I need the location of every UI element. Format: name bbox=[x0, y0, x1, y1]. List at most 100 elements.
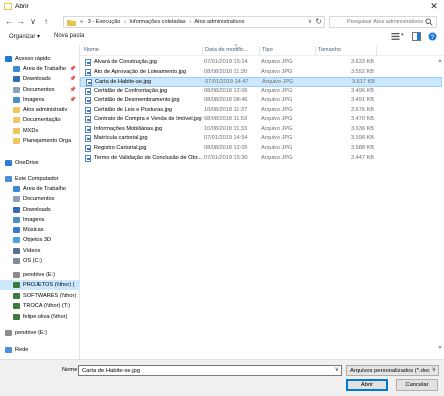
dialog-footer: Nome: Carta de Habite-se.jpg ∨ Arquivos … bbox=[0, 359, 444, 396]
file-row[interactable]: Carta de Habite-se.jpg 07/01/2019 14:47 Ar… bbox=[80, 77, 442, 87]
nav-item[interactable]: OneDrive bbox=[0, 158, 79, 168]
forward-button[interactable]: → bbox=[16, 17, 26, 27]
file-type: Arquivo JPG bbox=[261, 144, 293, 151]
preview-pane-icon[interactable] bbox=[412, 32, 421, 41]
nav-item[interactable]: Documentos bbox=[0, 194, 79, 204]
image-file-icon bbox=[85, 68, 91, 76]
file-row[interactable]: Termo de Validação de Conclusão de Obr..… bbox=[80, 154, 442, 164]
network-drive-icon bbox=[13, 303, 20, 309]
file-row[interactable]: Ato de Aprovação de Loteamento.jpg 08/08/… bbox=[80, 68, 442, 78]
nav-item-label: OS (C:) bbox=[23, 258, 42, 264]
filetype-select[interactable]: Arquivos personalizados (*.doc ∨ bbox=[346, 365, 439, 376]
recent-locations-button[interactable]: ∨ bbox=[28, 17, 38, 27]
nav-item[interactable]: Área de Trabalho 📌 bbox=[0, 64, 79, 74]
file-name: Certidão de Leis e Posturas.jpg bbox=[94, 106, 173, 113]
column-name[interactable]: Nome bbox=[84, 47, 99, 53]
file-list-scrollbar[interactable] bbox=[438, 59, 442, 349]
breadcrumb-overflow[interactable]: « bbox=[80, 19, 83, 25]
nav-item[interactable]: Acesso rápido bbox=[0, 54, 79, 64]
file-type: Arquivo JPG bbox=[261, 135, 293, 142]
nav-item[interactable]: Imagens bbox=[0, 215, 79, 225]
breadcrumb-item[interactable]: 3 - Execução bbox=[88, 19, 121, 25]
nav-item[interactable]: Planejamento Orga bbox=[0, 136, 79, 146]
breadcrumb-item[interactable]: Informações coletadas bbox=[129, 19, 185, 25]
navigation-pane[interactable]: Acesso rápido Área de Trabalho 📌 Downloads 📌… bbox=[0, 45, 79, 359]
search-input[interactable]: Pesquisar Atos administrativos bbox=[329, 16, 437, 28]
organize-button[interactable]: Organizar ▾ bbox=[9, 33, 40, 40]
nav-item[interactable]: pendrive (E:) bbox=[0, 270, 79, 280]
address-dropdown-icon[interactable]: ∨ bbox=[308, 18, 312, 25]
column-divider[interactable] bbox=[202, 46, 203, 55]
file-name: Alvará de Construção.jpg bbox=[94, 59, 157, 65]
breadcrumb-separator[interactable]: › bbox=[189, 19, 191, 25]
file-row[interactable]: Alvará de Construção.jpg 07/01/2019 15:14… bbox=[80, 58, 442, 68]
file-row[interactable]: Informações Mobiliárias.jpg 10/08/2018 11… bbox=[80, 125, 442, 135]
nav-item[interactable]: TROCA (\\thor) (T:) bbox=[0, 301, 79, 311]
nav-item[interactable]: Documentação bbox=[0, 115, 79, 125]
refresh-icon[interactable]: ↻ bbox=[315, 17, 322, 26]
filename-dropdown-icon[interactable]: ∨ bbox=[335, 366, 339, 373]
file-size: 3.491 KB bbox=[350, 97, 374, 104]
command-bar: Organizar ▾ Nova pasta ▾ ? bbox=[0, 30, 444, 44]
pin-icon[interactable]: 📌 bbox=[70, 85, 76, 95]
nav-item[interactable]: SOFTWARES (\\thor) bbox=[0, 291, 79, 301]
nav-item[interactable]: pendrive (E:) bbox=[0, 328, 79, 338]
pictures-icon bbox=[13, 217, 20, 223]
nav-item[interactable]: PROJETOS (\\thor) ( bbox=[0, 280, 79, 290]
nav-item[interactable]: Documentos 📌 bbox=[0, 85, 79, 95]
filename-value[interactable]: Carta de Habite-se.jpg bbox=[82, 368, 140, 374]
nav-item[interactable]: Vídeos bbox=[0, 246, 79, 256]
close-button[interactable]: ✕ bbox=[428, 1, 440, 12]
open-button[interactable]: Abrir bbox=[346, 379, 388, 391]
file-row[interactable]: Certidão de Desmembramento.jpg 08/08/2018… bbox=[80, 96, 442, 106]
nav-item[interactable]: Downloads bbox=[0, 205, 79, 215]
file-name: Ato de Aprovação de Loteamento.jpg bbox=[94, 68, 187, 75]
pin-icon[interactable]: 📌 bbox=[70, 74, 76, 84]
nav-item[interactable]: Imagens 📌 bbox=[0, 95, 79, 105]
column-type[interactable]: Tipo bbox=[262, 47, 273, 53]
nav-item-label: felipe.oliva (\\thor) bbox=[23, 314, 68, 320]
column-size[interactable]: Tamanho bbox=[318, 47, 341, 53]
nav-item[interactable]: Objetos 3D bbox=[0, 235, 79, 245]
breadcrumb-item[interactable]: Atos administrativos bbox=[194, 19, 244, 25]
file-list[interactable]: Nome ^ Data de modific... Tipo Tamanho A… bbox=[80, 44, 444, 359]
nav-item[interactable]: Músicas bbox=[0, 225, 79, 235]
file-size: 3.676 KB bbox=[350, 106, 374, 113]
back-button[interactable]: ← bbox=[4, 17, 14, 27]
file-row[interactable]: Contrato de Compra e Venda de Imóvel.jpg… bbox=[80, 115, 442, 125]
nav-item[interactable]: MXDs bbox=[0, 126, 79, 136]
filetype-dropdown-icon[interactable]: ∨ bbox=[432, 366, 436, 373]
network-drive-icon bbox=[13, 314, 20, 320]
column-divider[interactable] bbox=[315, 46, 316, 55]
file-row[interactable]: Certidão de Confrontação.jpg 08/08/2018 1… bbox=[80, 87, 442, 97]
view-options-icon[interactable] bbox=[391, 32, 400, 41]
search-icon[interactable] bbox=[425, 18, 433, 26]
column-divider[interactable] bbox=[259, 46, 260, 55]
filename-input[interactable]: Carta de Habite-se.jpg ∨ bbox=[78, 365, 342, 376]
image-file-icon bbox=[85, 87, 91, 95]
new-folder-button[interactable]: Nova pasta bbox=[54, 33, 84, 39]
image-file-icon bbox=[85, 135, 91, 143]
nav-item[interactable]: Área de Trabalho bbox=[0, 184, 79, 194]
file-row[interactable]: Registro Cartorial.jpg 08/08/2018 12:05 Ar… bbox=[80, 144, 442, 154]
nav-item[interactable]: OS (C:) bbox=[0, 256, 79, 266]
address-bar[interactable]: « 3 - Execução › Informações coletadas ›… bbox=[63, 16, 325, 28]
pin-icon[interactable]: 📌 bbox=[70, 64, 76, 74]
nav-item[interactable]: Este Computador bbox=[0, 174, 79, 184]
cancel-button[interactable]: Cancelar bbox=[396, 379, 438, 391]
nav-item[interactable]: Atos administrativ bbox=[0, 105, 79, 115]
column-date[interactable]: Data de modific... bbox=[205, 47, 249, 53]
nav-item-label: MXDs bbox=[23, 128, 39, 134]
pin-icon[interactable]: 📌 bbox=[70, 95, 76, 105]
nav-item[interactable]: Downloads 📌 bbox=[0, 74, 79, 84]
file-size: 3.588 KB bbox=[350, 144, 374, 151]
file-row[interactable]: Matrícula cartorial.jpg 07/01/2019 14:54 A… bbox=[80, 134, 442, 144]
file-row[interactable]: Certidão de Leis e Posturas.jpg 10/08/201… bbox=[80, 106, 442, 116]
breadcrumb-separator[interactable]: › bbox=[124, 19, 126, 25]
view-dropdown-icon[interactable]: ▾ bbox=[401, 32, 404, 38]
nav-item[interactable]: felipe.oliva (\\thor) bbox=[0, 312, 79, 322]
up-button[interactable]: ↑ bbox=[41, 17, 51, 27]
help-icon[interactable]: ? bbox=[428, 32, 437, 41]
column-divider[interactable] bbox=[376, 46, 377, 55]
nav-item[interactable]: Rede bbox=[0, 345, 79, 355]
